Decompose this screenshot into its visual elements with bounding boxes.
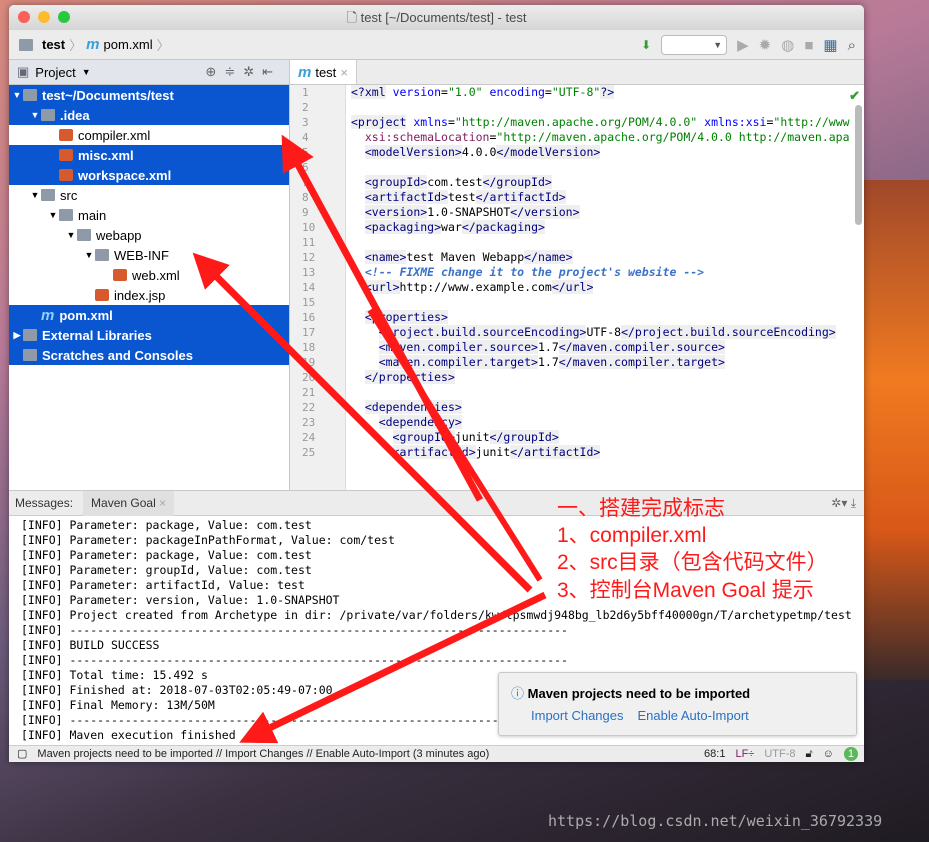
watermark: https://blog.csdn.net/weixin_36792339 bbox=[548, 812, 883, 830]
annotation-item: 2、src目录（包含代码文件） bbox=[557, 551, 828, 574]
annotation-title: 一、搭建完成标志 bbox=[557, 497, 725, 520]
arrow-to-web-inf bbox=[192, 252, 533, 593]
arrow-from-src bbox=[367, 308, 543, 582]
annotation-item: 1、compiler.xml bbox=[557, 524, 707, 547]
arrow-to-console bbox=[239, 591, 547, 744]
annotation-arrows bbox=[192, 134, 547, 744]
annotation-item: 3、控制台Maven Goal 提示 bbox=[557, 579, 814, 602]
